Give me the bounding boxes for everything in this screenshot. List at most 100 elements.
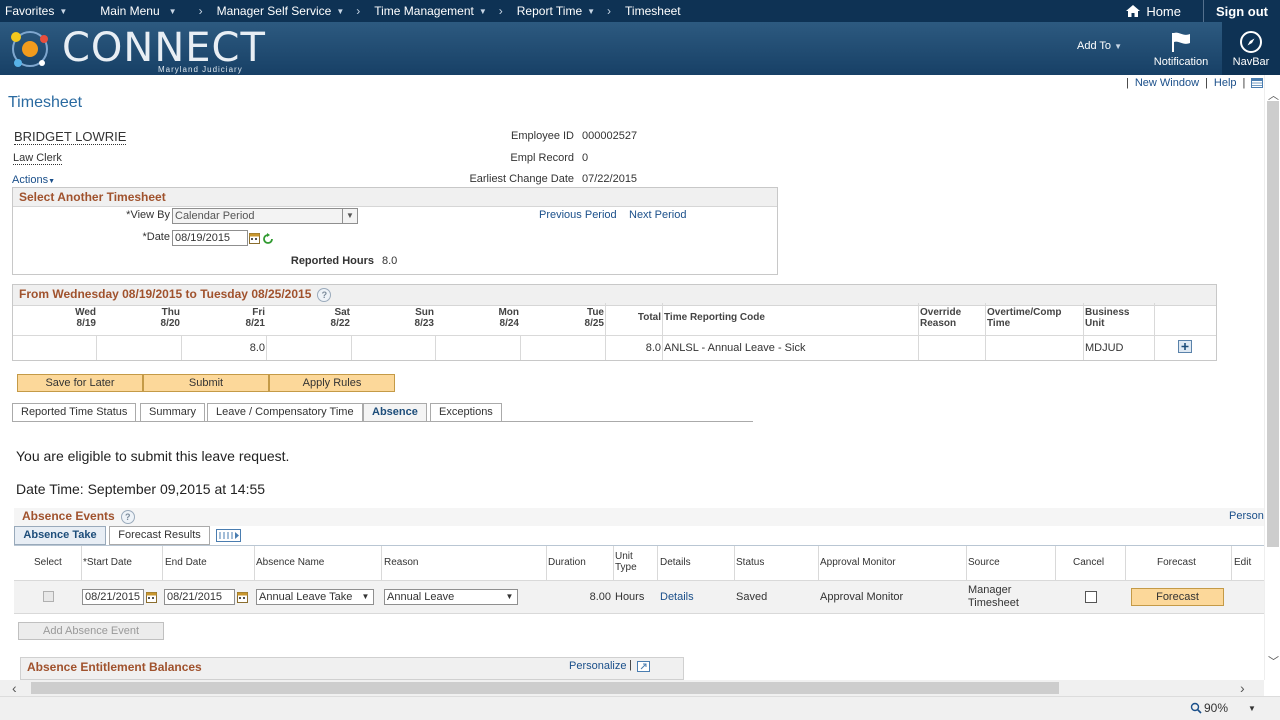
help-icon[interactable]: ? [317,287,332,302]
breadcrumb-report-time[interactable]: Report Time ▼ [517,4,595,18]
entitlement-personalize-link[interactable]: Personalize [569,660,626,672]
approval-monitor-value[interactable]: Approval Monitor [820,591,903,603]
tab-absence-take[interactable]: Absence Take [14,526,106,545]
hours-fri[interactable]: 8.0 [182,342,265,354]
status-column-header: Status [736,557,765,568]
zoom-control[interactable]: 90% ▼ [1190,701,1256,715]
refresh-icon[interactable] [262,233,274,245]
forecast-button[interactable]: Forecast [1131,588,1224,606]
save-for-later-button[interactable]: Save for Later [17,374,143,392]
actions-menu[interactable]: Actions▼ [12,174,55,186]
calendar-icon[interactable] [146,591,157,603]
submit-button[interactable]: Submit [143,374,269,392]
tab-summary[interactable]: Summary [140,403,206,422]
select-column-header: Select [34,557,62,568]
dropdown-arrow-icon: ▼ [587,6,596,16]
end-date-column-header: End Date [165,557,207,568]
chevron-down-icon: ▼ [505,592,514,601]
breadcrumb-time-management[interactable]: Time Management ▼ [374,4,487,18]
next-period-link[interactable]: Next Period [629,209,686,221]
horizontal-scrollbar[interactable]: ‹ › [0,680,1264,696]
absence-name-select[interactable]: Annual Leave Take ▼ [256,589,374,605]
vertical-scrollbar[interactable]: ︿ ﹀ [1264,75,1280,680]
start-date-input[interactable]: 08/21/2015 [82,589,144,605]
page-links: | New Window | Help | [1126,77,1264,89]
previous-period-link[interactable]: Previous Period [539,209,617,221]
calendar-icon[interactable] [249,232,260,244]
duration-value: 8.00 [589,591,611,603]
scroll-down-icon[interactable]: ﹀ [1268,653,1279,669]
unit-type-value: Hours [615,591,645,603]
header-banner: CONNECT Maryland Judiciary Add To ▼ Noti… [0,22,1280,75]
employee-name[interactable]: BRIDGET LOWRIE [14,129,127,145]
breadcrumb-separator-icon: › [498,4,503,18]
reported-hours-value: 8.0 [382,255,398,267]
view-by-select[interactable]: Calendar Period ▼ [172,208,358,224]
employee-job-title[interactable]: Law Clerk [13,152,62,165]
row-select-checkbox[interactable] [43,591,54,602]
help-link[interactable]: Help [1214,77,1237,89]
add-to-menu[interactable]: Add To ▼ [1077,40,1122,52]
breadcrumb-manager-self-service[interactable]: Manager Self Service ▼ [217,4,345,18]
chevron-down-icon: ▼ [1248,703,1256,713]
tab-leave-compensatory-time[interactable]: Leave / Compensatory Time [207,403,363,422]
view-by-label: *View By [126,209,170,221]
apply-rules-button[interactable]: Apply Rules [269,374,395,392]
top-navigation-bar: Favorites ▼ Main Menu ▼ › Manager Self Ser… [0,0,1280,22]
scroll-left-icon[interactable]: ‹ [12,680,17,696]
breadcrumb-separator-icon: › [198,4,203,18]
date-label: *Date [142,231,170,243]
horizontal-scroll-thumb[interactable] [31,682,1059,694]
absence-events-header: Absence Events? [22,509,135,524]
help-icon[interactable]: ? [120,509,135,524]
navbar-button[interactable]: NavBar [1222,22,1280,75]
add-row-icon[interactable] [1178,340,1192,353]
source-column-header: Source [968,557,1000,568]
date-time-message: Date Time: September 09,2015 at 14:55 [16,481,266,497]
dropdown-arrow-icon: ▼ [336,6,345,16]
favorites-menu[interactable]: Favorites ▼ [0,4,67,18]
day-header-tue: Tue 8/25 [584,307,604,329]
reason-select[interactable]: Annual Leave ▼ [384,589,518,605]
cancel-checkbox[interactable] [1085,591,1097,603]
details-link[interactable]: Details [660,591,694,603]
period-header: From Wednesday 08/19/2015 to Tuesday 08/… [13,285,1216,306]
earliest-change-date-value: 07/22/2015 [582,173,638,185]
personalize-page-icon[interactable] [1251,78,1264,88]
connect-logo-icon [11,31,48,67]
total-header: Total [637,312,661,323]
absence-name-column-header: Absence Name [256,557,325,568]
date-input[interactable]: 08/19/2015 [172,230,248,246]
entitlement-balances-header: Absence Entitlement Balances [27,660,202,674]
end-date-input[interactable]: 08/21/2015 [164,589,235,605]
duration-column-header: Duration [548,557,586,568]
sign-out-link[interactable]: Sign out [1203,0,1280,22]
add-absence-event-button[interactable]: Add Absence Event [18,622,164,640]
calendar-icon[interactable] [237,591,248,603]
approval-monitor-column-header: Approval Monitor [820,557,896,568]
override-reason-header: Override Reason [920,307,962,329]
tab-exceptions[interactable]: Exceptions [430,403,502,422]
tab-forecast-results[interactable]: Forecast Results [109,526,210,545]
new-window-link[interactable]: New Window [1135,77,1199,89]
absence-personalize-link[interactable]: Person [1229,510,1264,522]
select-timesheet-header: Select Another Timesheet [13,188,777,207]
show-all-columns-icon[interactable] [216,529,241,542]
chevron-down-icon: ▼ [342,209,357,223]
dropdown-arrow-icon: ▼ [48,178,56,185]
empl-record-value: 0 [582,152,589,164]
notification-button[interactable]: Notification [1142,22,1220,75]
home-link[interactable]: Home [1125,4,1203,19]
tab-absence[interactable]: Absence [363,403,427,422]
scroll-right-icon[interactable]: › [1240,680,1245,696]
vertical-scroll-thumb[interactable] [1267,101,1279,547]
zoom-icon [1190,702,1202,714]
browser-status-bar: 90% ▼ [0,696,1280,720]
business-unit-header: Business Unit [1085,307,1130,329]
main-menu[interactable]: Main Menu ▼ [95,4,176,18]
cancel-column-header: Cancel [1073,557,1105,568]
tab-reported-time-status[interactable]: Reported Time Status [12,403,137,422]
expand-grid-icon[interactable] [637,661,650,672]
flag-icon [1172,32,1190,52]
absence-events-header-bar [14,508,1264,526]
